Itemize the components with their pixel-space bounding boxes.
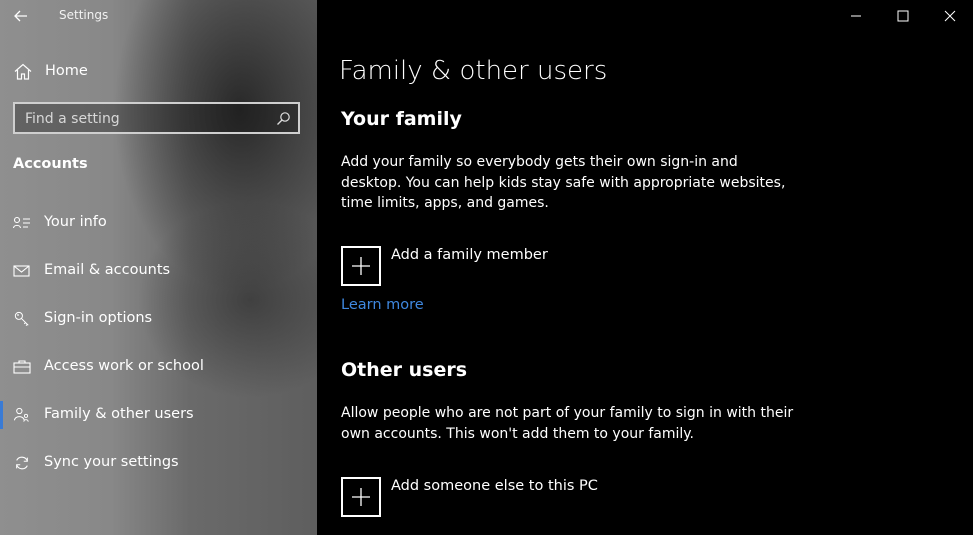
other-users-description: Allow people who are not part of your fa… (341, 405, 794, 442)
learn-more-link[interactable]: Learn more (341, 297, 424, 313)
add-someone-else-button[interactable]: Add someone else to this PC (341, 477, 741, 517)
window-controls (832, 0, 973, 32)
sidebar-item-label: Email & accounts (44, 262, 171, 278)
add-family-member-tile (341, 246, 381, 286)
sidebar-item-sign-in-options[interactable]: Sign-in options (0, 299, 317, 339)
main-content: Family & other users Your family Add you… (317, 0, 973, 535)
app-title: Settings (59, 8, 109, 22)
mail-icon (13, 265, 30, 277)
sidebar-item-your-info[interactable]: Your info (0, 203, 317, 243)
add-family-member-button[interactable]: Add a family member (341, 246, 741, 286)
sidebar-item-label: Your info (44, 214, 107, 230)
sidebar-item-family-other-users[interactable]: Family & other users (0, 395, 317, 435)
maximize-button[interactable] (879, 0, 926, 32)
sidebar-item-label: Family & other users (44, 406, 194, 422)
other-users-heading: Other users (341, 359, 468, 381)
sidebar-item-sync-settings[interactable]: Sync your settings (0, 443, 317, 483)
home-nav-item[interactable]: Home (0, 52, 317, 92)
page-title: Family & other users (339, 56, 608, 86)
add-someone-else-tile (341, 477, 381, 517)
sidebar-item-label: Sync your settings (44, 454, 179, 470)
sync-icon (16, 456, 28, 470)
person-card-icon (13, 216, 30, 229)
your-family-heading: Your family (341, 108, 462, 130)
minimize-icon (850, 15, 861, 17)
selected-indicator (0, 401, 3, 429)
search-placeholder: Find a setting (25, 111, 120, 127)
sidebar-item-label: Sign-in options (44, 310, 153, 326)
back-arrow-icon (14, 10, 27, 22)
your-family-description: Add your family so everybody gets their … (341, 154, 786, 211)
add-someone-else-label: Add someone else to this PC (391, 478, 598, 494)
home-icon (14, 63, 32, 80)
add-family-member-label: Add a family member (391, 247, 548, 263)
sidebar-item-access-work-school[interactable]: Access work or school (0, 347, 317, 387)
family-icon (13, 407, 29, 422)
close-button[interactable] (926, 0, 973, 32)
plus-icon (352, 257, 370, 275)
key-icon (14, 311, 29, 327)
sidebar-item-email-accounts[interactable]: Email & accounts (0, 251, 317, 291)
minimize-button[interactable] (832, 0, 879, 32)
home-label: Home (45, 63, 88, 79)
briefcase-icon (13, 360, 31, 374)
plus-icon (352, 488, 370, 506)
back-button[interactable] (9, 5, 33, 27)
section-title-accounts: Accounts (13, 156, 88, 172)
title-bar: Settings (0, 0, 317, 32)
sidebar-item-label: Access work or school (44, 358, 204, 374)
maximize-icon (897, 10, 908, 22)
close-icon (944, 10, 955, 22)
search-input[interactable]: Find a setting (13, 102, 300, 134)
search-icon[interactable] (276, 111, 291, 126)
sidebar: Settings Home Find a setting Accounts Yo… (0, 0, 317, 535)
